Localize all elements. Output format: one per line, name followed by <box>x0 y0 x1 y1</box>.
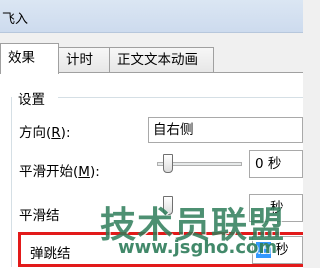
group-divider <box>58 97 303 98</box>
direction-dropdown[interactable]: 自右侧 <box>148 117 303 143</box>
tab-strip: 效果 计时 正文文本动画 <box>0 43 303 74</box>
tab-timing[interactable]: 计时 <box>58 47 110 73</box>
tab-effect[interactable]: 效果 <box>0 43 59 74</box>
smooth-start-label: 平滑开始(M): <box>19 164 100 180</box>
group-border <box>11 97 12 267</box>
settings-group-label: 设置 <box>14 88 49 108</box>
direction-label: 方向(R): <box>19 125 71 141</box>
tab-text-animation[interactable]: 正文文本动画 <box>109 47 214 73</box>
window-title: 飞入 <box>2 12 29 27</box>
smooth-start-input[interactable]: 0 秒 <box>249 150 303 178</box>
smooth-end-label: 平滑结 <box>19 208 60 224</box>
smooth-start-slider-thumb[interactable] <box>163 154 173 173</box>
title-bar: 飞入 <box>0 0 303 33</box>
watermark-url: www.jsgho.com <box>118 237 278 258</box>
